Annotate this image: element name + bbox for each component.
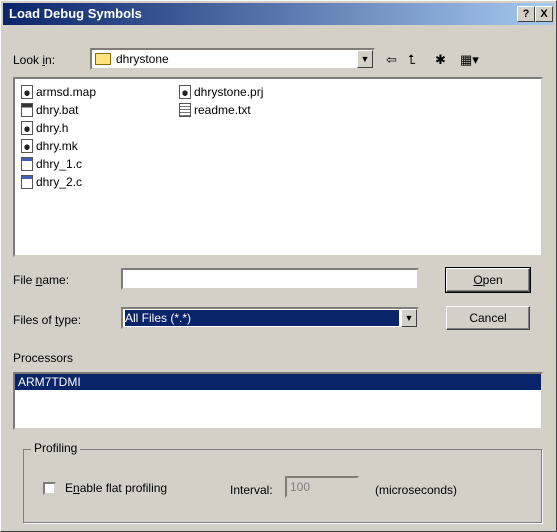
file-list[interactable]: armsd.map dhry.bat dhry.h dhry.mk dhry_1… bbox=[13, 77, 543, 257]
file-item[interactable]: dhry.mk bbox=[21, 137, 78, 155]
new-folder-icon[interactable]: ✱ bbox=[435, 51, 446, 69]
interval-unit-label: (microseconds) bbox=[375, 483, 458, 497]
look-in-value: dhrystone bbox=[116, 52, 169, 66]
window-title: Load Debug Symbols bbox=[9, 6, 142, 21]
files-of-type-value: All Files (*.*) bbox=[124, 309, 400, 327]
close-button[interactable]: X bbox=[535, 6, 553, 22]
files-of-type-label: Files of type: bbox=[13, 313, 82, 327]
look-in-dropdown-button[interactable]: ▼ bbox=[357, 50, 373, 68]
processors-label: Processors bbox=[13, 351, 74, 365]
help-button[interactable]: ? bbox=[517, 6, 535, 22]
file-name-label: File name: bbox=[13, 273, 70, 287]
file-item[interactable]: dhry_1.c bbox=[21, 155, 82, 173]
file-item[interactable]: dhrystone.prj bbox=[179, 83, 263, 101]
file-item[interactable]: readme.txt bbox=[179, 101, 251, 119]
source-file-icon bbox=[21, 174, 33, 189]
look-in-combo[interactable]: dhrystone ▼ bbox=[90, 48, 375, 70]
title-bar: Load Debug Symbols ? X bbox=[3, 3, 554, 25]
enable-flat-profiling-label[interactable]: Enable flat profiling bbox=[65, 481, 167, 495]
back-icon[interactable]: ⇦ bbox=[386, 51, 397, 69]
load-debug-symbols-dialog: Load Debug Symbols ? X Look in: dhryston… bbox=[0, 0, 557, 532]
processor-item[interactable]: ARM7TDMI bbox=[15, 374, 541, 390]
files-of-type-combo[interactable]: All Files (*.*) ▼ bbox=[121, 307, 419, 329]
file-name-input[interactable] bbox=[121, 268, 419, 290]
file-item[interactable]: dhry_2.c bbox=[21, 173, 82, 191]
batch-file-icon bbox=[21, 102, 33, 117]
interval-label: Interval: bbox=[230, 483, 273, 497]
file-icon bbox=[21, 84, 33, 99]
file-item[interactable]: armsd.map bbox=[21, 83, 96, 101]
source-file-icon bbox=[21, 156, 33, 171]
interval-input: 100 bbox=[285, 476, 359, 498]
files-of-type-dropdown-button[interactable]: ▼ bbox=[401, 309, 417, 327]
file-icon bbox=[21, 120, 33, 135]
file-icon bbox=[179, 84, 191, 99]
file-item[interactable]: dhry.h bbox=[21, 119, 68, 137]
enable-flat-profiling-checkbox[interactable] bbox=[43, 482, 56, 495]
profiling-group-label: Profiling bbox=[31, 441, 81, 455]
file-icon bbox=[21, 138, 33, 153]
text-file-icon bbox=[179, 102, 191, 117]
open-button[interactable]: Open bbox=[445, 267, 531, 293]
up-folder-icon[interactable]: ⮤ bbox=[408, 51, 416, 69]
processors-list[interactable]: ARM7TDMI bbox=[13, 372, 543, 430]
folder-icon bbox=[95, 53, 111, 65]
cancel-button[interactable]: Cancel bbox=[446, 306, 530, 330]
look-in-label: Look in: bbox=[13, 53, 56, 67]
file-item[interactable]: dhry.bat bbox=[21, 101, 78, 119]
view-menu-icon[interactable]: ▦▾ bbox=[460, 51, 479, 69]
